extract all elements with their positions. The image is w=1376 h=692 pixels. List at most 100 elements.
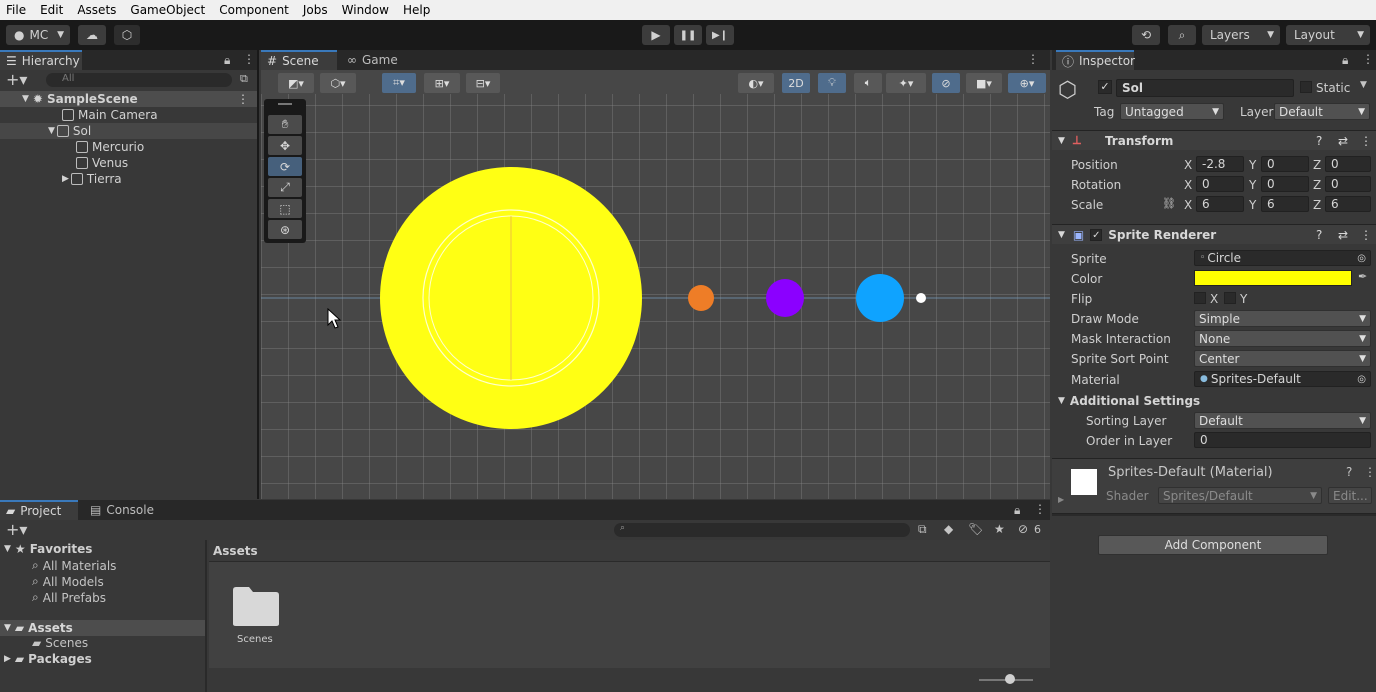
scale-tool[interactable]: ⤢ [268,178,302,197]
play-button[interactable]: ▶ [642,25,670,45]
hand-tool[interactable]: ✋︎ [268,115,302,134]
menu-window[interactable]: Window [342,3,389,17]
more-options-icon[interactable]: ⋮ [1360,134,1372,148]
layers-dropdown[interactable]: Layers ▼ [1202,25,1280,45]
asset-item-scenes[interactable]: Scenes [223,580,287,650]
move-tool[interactable]: ✥ [268,136,302,155]
additional-settings-foldout[interactable]: ▼ Additional Settings [1058,393,1358,409]
mask-interaction-dropdown[interactable]: None ▼ [1194,330,1371,347]
menu-jobs[interactable]: Jobs [303,3,328,17]
sort-point-dropdown[interactable]: Center ▼ [1194,350,1371,367]
scale-x-input[interactable]: 6 [1196,196,1244,212]
add-component-button[interactable]: Add Component [1098,535,1328,555]
cloud-button[interactable]: ☁ [78,25,106,45]
transform-tool[interactable]: ⊛ [268,220,302,239]
draw-mode-button[interactable]: ◩▾ [278,73,314,93]
tab-hierarchy[interactable]: ☰ Hierarchy [0,50,82,70]
expand-arrow-icon[interactable]: ▶ [4,654,11,664]
favorite-star-icon[interactable]: ★ [994,522,1005,536]
chevron-down-icon[interactable]: ▼ [1360,80,1367,90]
gizmos-button[interactable]: ⊕▾ [1008,73,1046,93]
material-object-field[interactable]: ● Sprites-Default ◎ [1194,371,1371,387]
lighting-button[interactable]: 💡︎ [818,73,846,93]
hierarchy-item-tierra[interactable]: ▶ Tierra [0,171,257,187]
hierarchy-item-venus[interactable]: Venus [0,155,257,171]
hierarchy-scene-row[interactable]: ▼ ✹ SampleScene ⋮ [0,91,257,107]
expand-arrow-icon[interactable]: ▼ [1058,230,1065,240]
shading-button[interactable]: ⬡▾ [320,73,356,93]
hierarchy-search-input[interactable]: All [46,73,232,87]
rotation-z-input[interactable]: 0 [1325,176,1371,192]
tag-dropdown[interactable]: Untagged ▼ [1120,103,1224,120]
visibility-button[interactable]: ⊘ [932,73,960,93]
order-in-layer-input[interactable]: 0 [1194,432,1371,448]
scale-z-input[interactable]: 6 [1325,196,1371,212]
tab-game[interactable]: ∞ Game [341,50,411,70]
menu-edit[interactable]: Edit [40,3,63,17]
tab-project[interactable]: ▰ Project [0,500,78,520]
move-snap-button[interactable]: ⌗▾ [382,73,416,93]
expand-arrow-icon[interactable]: ▶ [1058,495,1064,504]
layout-dropdown[interactable]: Layout ▼ [1286,25,1370,45]
tab-inspector[interactable]: ⓘ Inspector [1056,50,1135,70]
drag-handle[interactable] [278,103,292,105]
more-options-icon[interactable]: ⋮ [243,52,255,66]
folder-scenes[interactable]: ▰ Scenes [32,636,88,650]
filter-by-label-icon[interactable]: 🏷︎ [968,522,983,536]
more-options-icon[interactable]: ⋮ [1027,52,1039,66]
scene-camera-button[interactable]: ■▾ [966,73,1002,93]
search-by-type-icon[interactable]: ⧉ [918,522,927,537]
enabled-checkbox[interactable]: ✓ [1090,228,1103,241]
object-name-input[interactable]: Sol [1116,79,1294,97]
expand-arrow-icon[interactable]: ▼ [48,126,55,136]
camera-settings-button[interactable]: ◐▾ [738,73,774,93]
rotation-y-input[interactable]: 0 [1261,176,1309,192]
sprite-object-field[interactable]: ◦ Circle ◎ [1194,250,1371,266]
planet-mercurio[interactable] [688,285,714,311]
position-x-input[interactable]: -2.8 [1196,156,1244,172]
add-icon[interactable]: +▾ [6,520,27,539]
search-button[interactable]: ⌕ [1168,25,1196,45]
flip-y-checkbox[interactable] [1224,292,1236,304]
hidden-packages-icon[interactable]: ⊘ [1018,522,1028,536]
filter-by-type-icon[interactable]: ◆ [944,522,953,536]
hierarchy-item-sol[interactable]: ▼ Sol [0,123,257,139]
favorites-foldout[interactable]: ▼ ★ Favorites [4,542,92,556]
expand-arrow-icon[interactable]: ▶ [62,174,69,184]
tab-scene[interactable]: # Scene [261,50,337,70]
menu-gameobject[interactable]: GameObject [130,3,205,17]
expand-arrow-icon[interactable]: ▼ [22,94,29,104]
rotation-x-input[interactable]: 0 [1196,176,1244,192]
position-z-input[interactable]: 0 [1325,156,1371,172]
scene-viewport[interactable] [261,94,1050,499]
layer-dropdown[interactable]: Default ▼ [1274,103,1370,120]
eyedropper-icon[interactable]: ✒︎ [1358,270,1367,283]
expand-arrow-icon[interactable]: ▼ [4,544,11,554]
favorite-item-all-materials[interactable]: ⌕ All Materials [32,558,116,573]
static-checkbox[interactable] [1300,81,1312,93]
history-button[interactable]: ⟲ [1132,25,1160,45]
shader-edit-button[interactable]: Edit... [1328,487,1372,504]
scene-search-icon[interactable]: ⧉ [240,72,248,86]
constrain-link-icon[interactable]: ⛓︎ [1162,197,1176,210]
more-options-icon[interactable]: ⋮ [1362,52,1374,66]
favorite-item-all-prefabs[interactable]: ⌕ All Prefabs [32,590,106,605]
menu-help[interactable]: Help [403,3,430,17]
transform-header[interactable]: ▼ ⟂ Transform ? ⇄ ⋮ [1052,130,1376,150]
rotate-tool[interactable]: ⟳ [268,157,302,176]
help-icon[interactable]: ? [1316,134,1322,148]
lock-icon[interactable]: 🔒︎ [224,53,230,68]
help-icon[interactable]: ? [1346,465,1352,479]
collab-button[interactable]: ⬡ [114,25,140,45]
draw-mode-dropdown[interactable]: Simple ▼ [1194,310,1371,327]
position-y-input[interactable]: 0 [1261,156,1309,172]
breadcrumb-assets[interactable]: Assets [213,544,258,558]
menu-component[interactable]: Component [219,3,289,17]
sorting-layer-dropdown[interactable]: Default ▼ [1194,412,1371,429]
active-checkbox[interactable]: ✓ [1098,80,1112,94]
add-icon[interactable]: +▾ [6,70,27,89]
color-swatch[interactable] [1194,270,1352,286]
flip-x-checkbox[interactable] [1194,292,1206,304]
help-icon[interactable]: ? [1316,228,1322,242]
object-picker-icon[interactable]: ◎ [1357,253,1366,264]
